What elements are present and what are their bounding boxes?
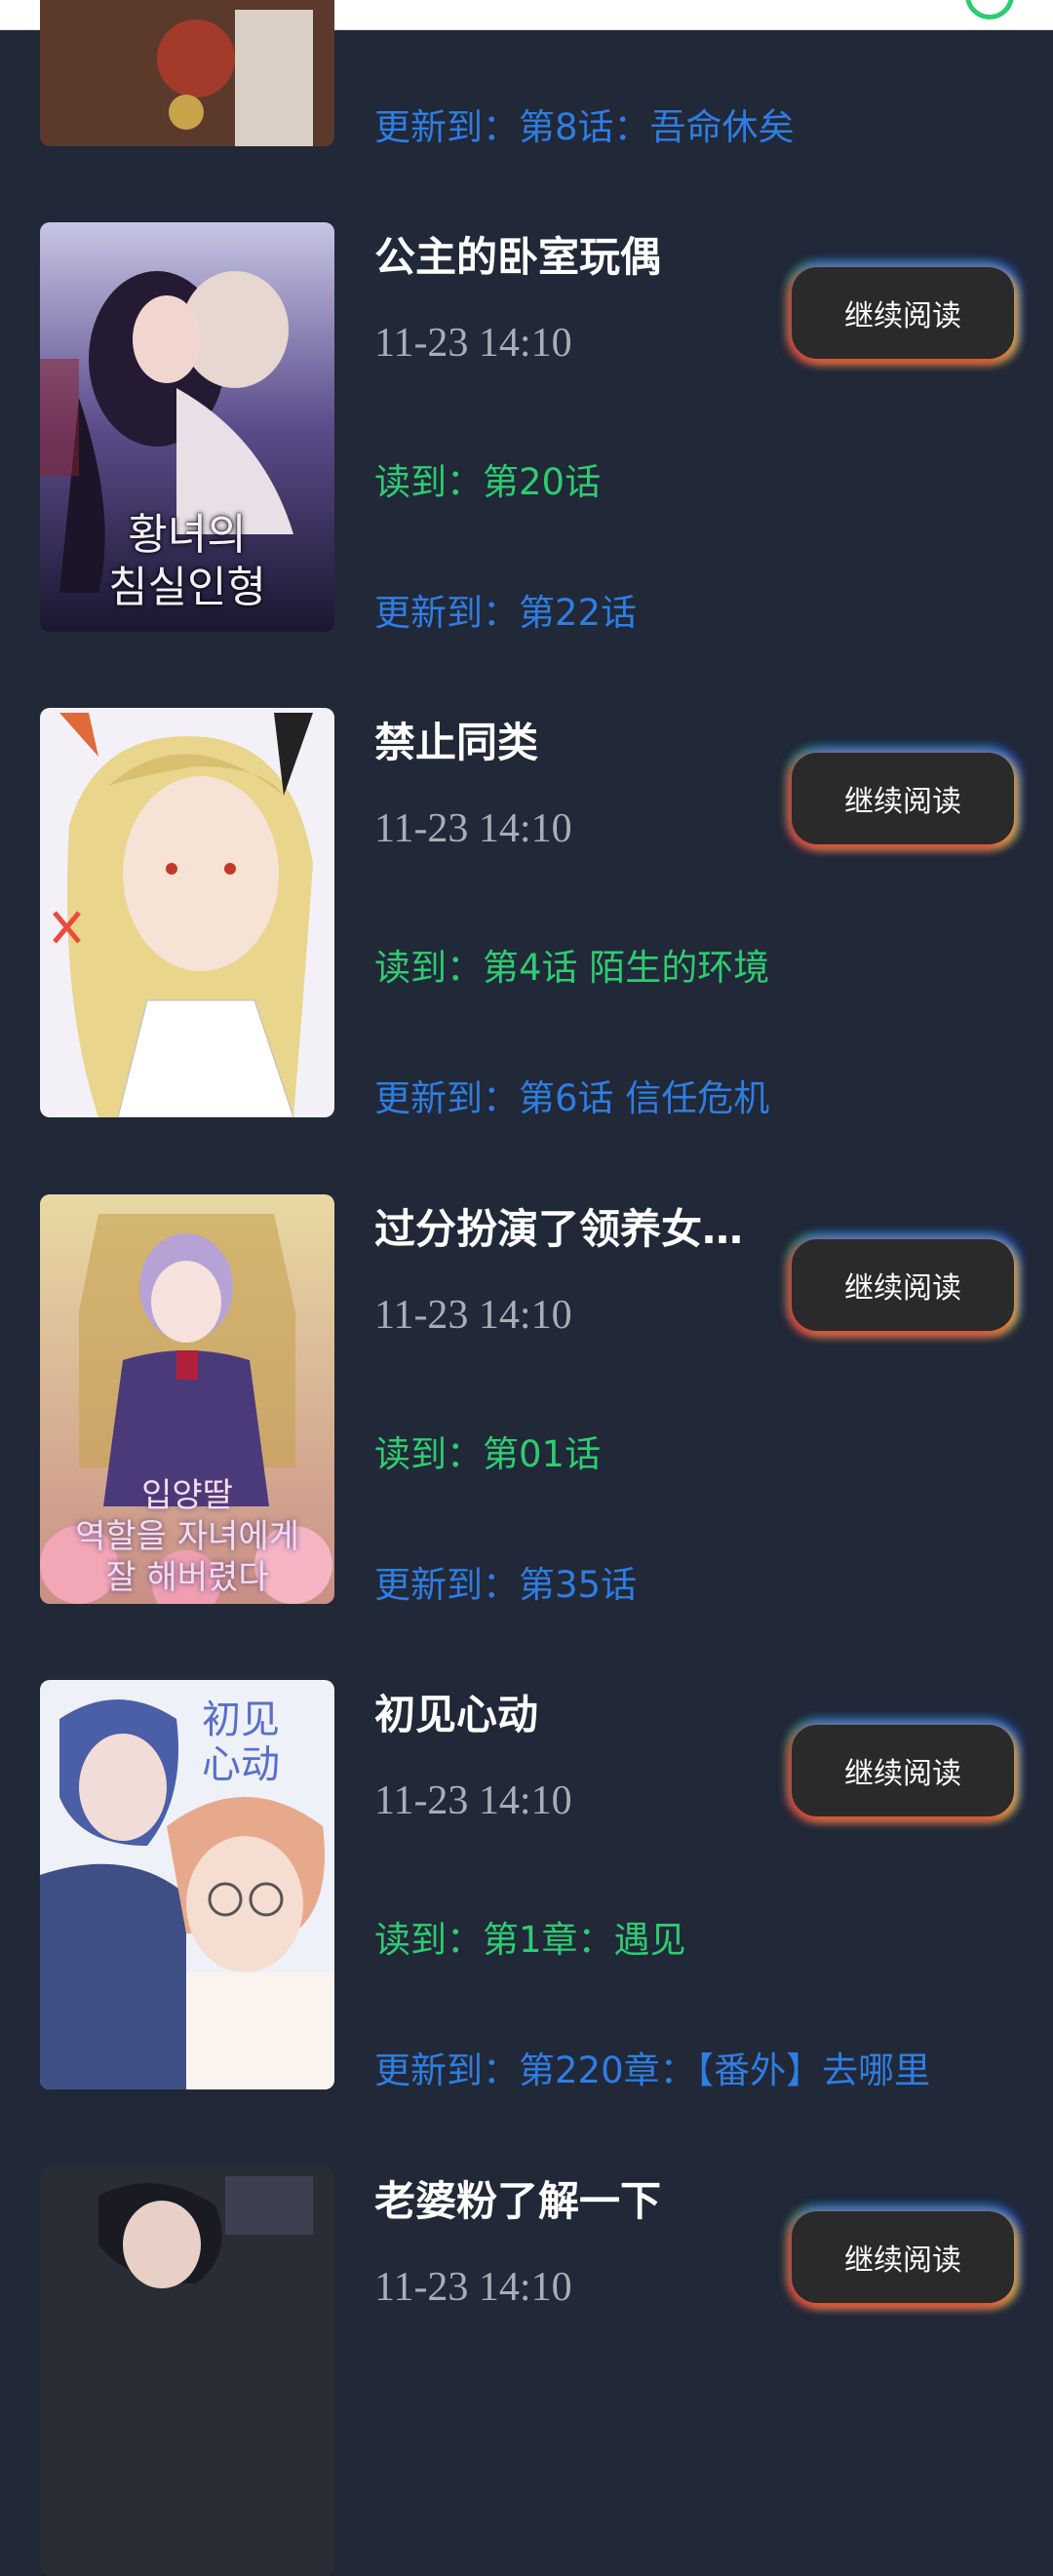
read-progress: 读到：第4话 陌生的环境 (374, 947, 770, 989)
comic-title[interactable]: 禁止同类 (374, 710, 538, 769)
comic-cover[interactable] (40, 0, 334, 146)
comic-title[interactable]: 过分扮演了领养女… (374, 1196, 743, 1256)
continue-reading-button[interactable]: 继续阅读 (792, 1239, 1014, 1331)
comic-title[interactable]: 初见心动 (374, 1682, 538, 1741)
status-indicator-icon (965, 0, 1014, 20)
comic-cover[interactable] (40, 2166, 334, 2576)
cover-image (40, 2166, 334, 2576)
comic-title[interactable]: 老婆粉了解一下 (374, 2168, 661, 2228)
read-progress: 读到：第1章：遇见 (374, 1919, 686, 1961)
continue-reading-button[interactable]: 继续阅读 (792, 753, 1014, 844)
update-text: 更新到：第35话 (374, 1564, 638, 1606)
read-progress: 读到：第20话 (374, 461, 602, 503)
read-time: 11-23 14:10 (374, 1778, 572, 1823)
comic-title[interactable]: 公主的卧室玩偶 (374, 224, 661, 284)
continue-reading-button[interactable]: 继续阅读 (792, 2211, 1014, 2303)
update-text: 更新到：第6话 信任危机 (374, 1077, 770, 1119)
cover-title-text: 황녀의 침실인형 (108, 510, 266, 612)
read-progress: 读到：第01话 (374, 1433, 602, 1475)
update-text: 更新到：第22话 (374, 592, 638, 634)
cover-title-text: 初见 心动 (202, 1698, 280, 1787)
update-text: 更新到：第8话：吾命休矣 (374, 106, 795, 148)
cover-image (40, 0, 334, 146)
read-time: 11-23 14:10 (374, 806, 572, 851)
cover-title-text: 입양딸 역할을 자녀에게 잘 해버렸다 (75, 1476, 299, 1597)
read-time: 11-23 14:10 (374, 2265, 572, 2310)
comic-cover[interactable]: 황녀의 침실인형 (40, 222, 334, 632)
cover-image (40, 708, 334, 1117)
comic-cover[interactable] (40, 708, 334, 1117)
comic-cover[interactable]: 입양딸 역할을 자녀에게 잘 해버렸다 (40, 1194, 334, 1604)
read-time: 11-23 14:10 (374, 321, 572, 366)
continue-reading-button[interactable]: 继续阅读 (792, 1725, 1014, 1816)
comic-cover[interactable]: 初见 心动 (40, 1680, 334, 2089)
continue-reading-button[interactable]: 继续阅读 (792, 267, 1014, 359)
read-time: 11-23 14:10 (374, 1293, 572, 1338)
update-text: 更新到：第220章：【番外】去哪里 (374, 2049, 931, 2091)
